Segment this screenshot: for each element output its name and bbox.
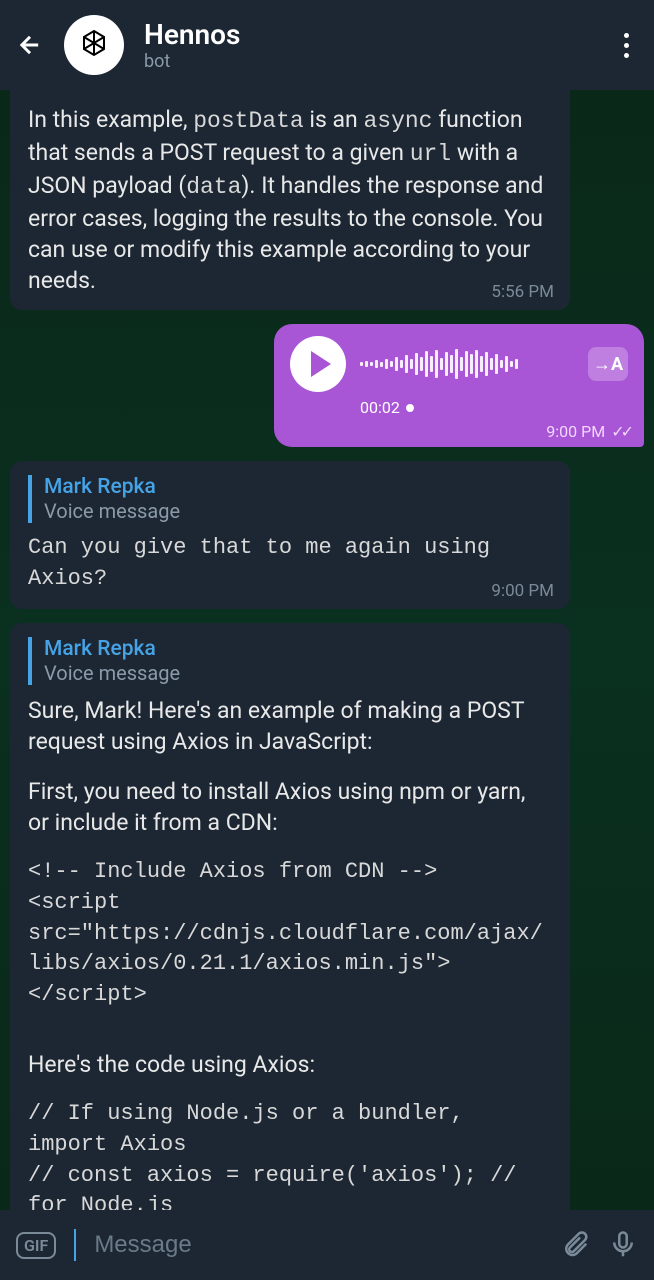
message-text: In this example, postData is an async fu… xyxy=(28,104,552,296)
chat-title: Hennos xyxy=(144,18,594,51)
code-block: // If using Node.js or a bundler, import… xyxy=(28,1099,552,1210)
reply-type: Voice message xyxy=(44,661,552,685)
message-time: 9:00 PM xyxy=(491,581,554,601)
message-incoming[interactable]: Mark Repka Voice message Sure, Mark! Her… xyxy=(10,623,570,1210)
attach-icon[interactable] xyxy=(560,1230,590,1260)
message-paragraph: First, you need to install Axios using n… xyxy=(28,776,552,838)
voice-duration: 00:02 xyxy=(360,398,628,417)
message-incoming[interactable]: Mark Repka Voice message Can you give th… xyxy=(10,461,570,609)
unread-dot-icon xyxy=(406,404,414,412)
openai-logo-icon xyxy=(74,25,114,65)
reply-reference[interactable]: Mark Repka Voice message xyxy=(28,637,552,685)
back-arrow-icon[interactable] xyxy=(16,31,44,59)
play-icon xyxy=(311,351,331,377)
play-button[interactable] xyxy=(290,336,346,392)
message-paragraph: Sure, Mark! Here's an example of making … xyxy=(28,695,552,757)
read-checks-icon: ✓✓ xyxy=(611,422,630,441)
message-paragraph: Here's the code using Axios: xyxy=(28,1049,552,1080)
gif-button[interactable]: GIF xyxy=(16,1232,56,1259)
reply-author: Mark Repka xyxy=(44,475,552,499)
message-input-bar: GIF xyxy=(0,1210,654,1280)
message-outgoing-voice[interactable]: →A 00:02 9:00 PM ✓✓ xyxy=(274,324,644,447)
chat-subtitle: bot xyxy=(144,51,594,72)
chat-scroll-area[interactable]: In this example, postData is an async fu… xyxy=(0,90,654,1210)
code-block: <!-- Include Axios from CDN --> <script … xyxy=(28,857,552,1011)
reply-author: Mark Repka xyxy=(44,637,552,661)
message-time: 5:56 PM xyxy=(491,282,554,302)
text-cursor xyxy=(74,1229,76,1261)
message-incoming[interactable]: In this example, postData is an async fu… xyxy=(10,90,570,310)
transcribe-button[interactable]: →A xyxy=(588,347,628,381)
message-input[interactable] xyxy=(94,1231,542,1259)
message-text: Can you give that to me again using Axio… xyxy=(28,533,552,595)
reply-type: Voice message xyxy=(44,499,552,523)
microphone-icon[interactable] xyxy=(608,1230,638,1260)
reply-reference[interactable]: Mark Repka Voice message xyxy=(28,475,552,523)
voice-waveform[interactable] xyxy=(360,348,574,380)
more-options-icon[interactable] xyxy=(614,33,638,58)
header-text[interactable]: Hennos bot xyxy=(144,18,594,72)
message-time: 9:00 PM ✓✓ xyxy=(546,422,630,441)
chat-header: Hennos bot xyxy=(0,0,654,90)
bot-avatar[interactable] xyxy=(64,15,124,75)
